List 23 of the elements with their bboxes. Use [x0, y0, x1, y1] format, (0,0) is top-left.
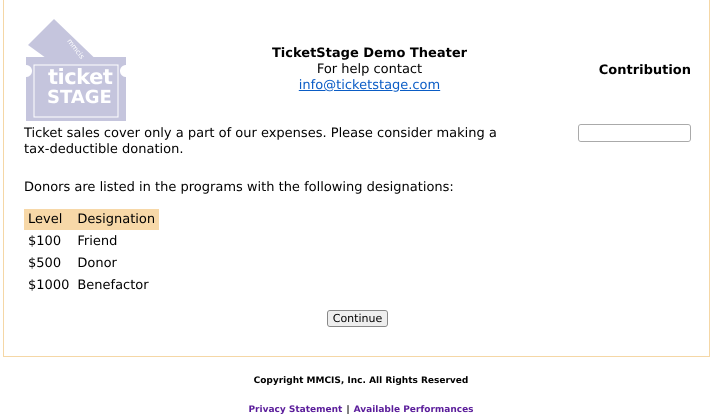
logo-text: ticket [48, 67, 112, 88]
table-cell-text: Donor [76, 255, 118, 273]
contribution-label: Contribution [598, 62, 691, 78]
table-cell-text: $1000 [27, 277, 70, 295]
column-header: Designation [73, 209, 160, 230]
table-cell-text: $500 [27, 255, 62, 273]
copyright-text: Copyright MMCIS, Inc. All Rights Reserved [252, 376, 470, 386]
logo-text: STAGE [47, 89, 112, 107]
table-cell: $100 [24, 230, 74, 252]
separator-text: | [346, 405, 350, 414]
footer-link[interactable]: Available Performances [354, 405, 474, 414]
footer-link[interactable]: Privacy Statement [248, 405, 342, 414]
donors-note: Donors are listed in the programs with the following designations: [24, 180, 455, 195]
help-text: For help contact [316, 62, 424, 78]
table-cell-text: Benefactor [76, 277, 150, 295]
ticket-icon [24, 17, 128, 121]
table-cell: Friend [73, 230, 160, 252]
column-header: Level [24, 209, 74, 230]
theater-title: TicketStage Demo Theater [270, 46, 468, 62]
intro-text: Ticket sales cover only a part of our expenses. Please consider making a tax-deductible donation. [24, 126, 498, 158]
continue-button[interactable]: Continue [326, 310, 388, 327]
contribution-field[interactable] [578, 124, 691, 142]
email-link[interactable]: info@ticketstage.com [298, 78, 440, 93]
